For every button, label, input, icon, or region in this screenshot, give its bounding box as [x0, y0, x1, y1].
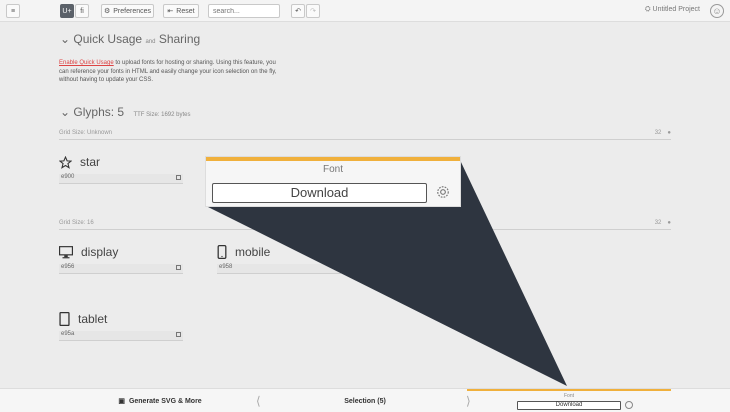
- generate-svg-button[interactable]: ▣ Generate SVG & More: [60, 389, 260, 412]
- gear-icon[interactable]: [436, 185, 450, 199]
- font-tab[interactable]: Font Download: [467, 389, 671, 412]
- selection-tab[interactable]: Selection (5): [264, 389, 466, 412]
- font-download-zoom: Font Download: [206, 157, 460, 206]
- gear-icon[interactable]: [625, 401, 633, 409]
- download-button-zoomed[interactable]: Download: [212, 183, 427, 203]
- download-button[interactable]: Download: [517, 401, 621, 410]
- bottom-bar: ▣ Generate SVG & More ⟨ Selection (5) ⟩ …: [0, 388, 730, 412]
- zoom-callout-beam: [206, 160, 567, 386]
- font-label: Font: [322, 164, 343, 175]
- chevron-left-icon: ⟨: [256, 394, 261, 408]
- image-icon: ▣: [118, 398, 125, 405]
